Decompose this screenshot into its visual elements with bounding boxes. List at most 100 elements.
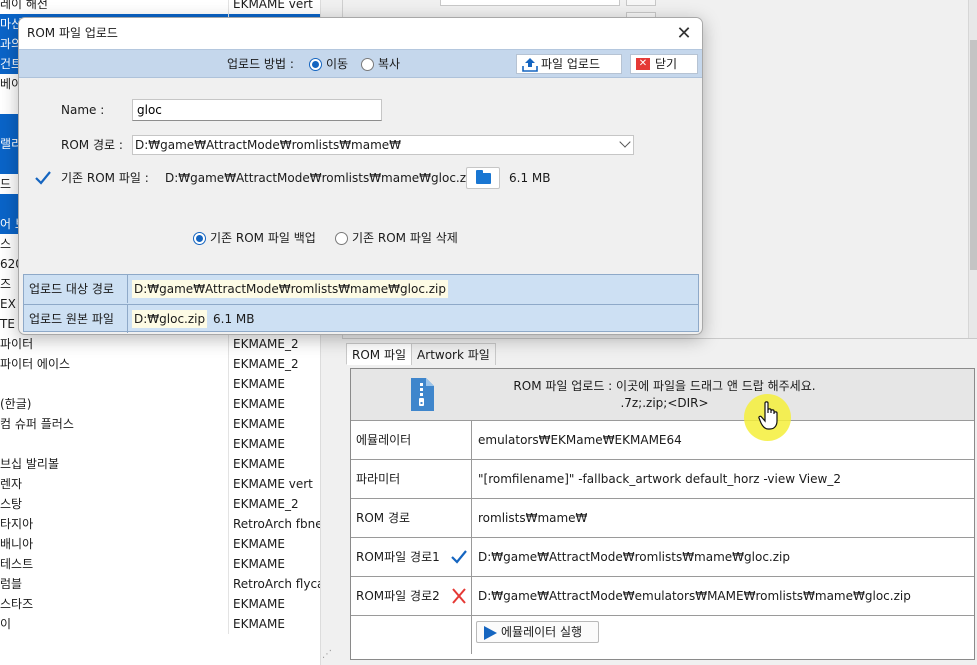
- radio-move[interactable]: [309, 58, 322, 71]
- detail-button[interactable]: [626, 0, 656, 6]
- list-item-title: 컴 슈퍼 플러스: [0, 414, 229, 434]
- radio-copy[interactable]: [361, 58, 374, 71]
- list-item-emulator: EKMAME: [233, 377, 285, 391]
- list-item-emulator: EKMAME: [233, 417, 285, 431]
- list-item[interactable]: 스타즈 EKMAME: [0, 594, 320, 614]
- list-item[interactable]: 렌자 EKMAME vert: [0, 474, 320, 494]
- radio-delete-label[interactable]: 기존 ROM 파일 삭제: [352, 227, 458, 249]
- radio-backup[interactable]: [193, 232, 206, 245]
- list-item-emulator: EKMAME vert: [233, 477, 313, 491]
- dialog-toolbar: 업로드 방법 : 이동 복사 파일 업로드 ✕ 닫기: [19, 49, 702, 78]
- radio-move-label[interactable]: 이동: [326, 50, 348, 78]
- list-item[interactable]: 컴 슈퍼 플러스 EKMAME: [0, 414, 320, 434]
- rom-path-value: D:₩game₩AttractMode₩romlists₩mame₩: [135, 138, 402, 152]
- list-item-title: 테스트: [0, 554, 229, 574]
- row-label: [351, 616, 472, 654]
- dialog-title: ROM 파일 업로드: [27, 26, 118, 40]
- list-item-title: 파이터: [0, 334, 229, 354]
- list-item[interactable]: EKMAME: [0, 374, 320, 394]
- list-item[interactable]: 레이 해전 EKMAME vert: [0, 0, 320, 14]
- radio-copy-label[interactable]: 복사: [378, 50, 400, 78]
- existing-rom-size: 6.1 MB: [509, 171, 551, 185]
- open-folder-button[interactable]: [466, 167, 500, 189]
- list-item[interactable]: 배니아 EKMAME: [0, 534, 320, 554]
- rom-path-dropdown[interactable]: D:₩game₩AttractMode₩romlists₩mame₩: [132, 135, 634, 155]
- row-label: 파라미터: [351, 460, 472, 498]
- scrollbar-thumb[interactable]: [970, 40, 977, 270]
- resize-grip-icon[interactable]: ⋰: [322, 648, 336, 662]
- row-actions: 에뮬레이터 실행: [351, 616, 974, 655]
- row-parameter: 파라미터 "[romfilename]" -fallback_artwork d…: [351, 460, 974, 499]
- close-button[interactable]: ✕ 닫기: [630, 54, 698, 74]
- upload-source-row: 업로드 원본 파일 D:₩gloc.zip 6.1 MB: [24, 304, 698, 333]
- detail-field[interactable]: [440, 0, 620, 6]
- row-label: 에뮬레이터: [351, 421, 472, 459]
- x-mark-icon: [452, 588, 466, 604]
- list-item-title: 럼블: [0, 574, 229, 594]
- row-value: D:₩game₩AttractMode₩emulators₩MAME₩romli…: [478, 589, 911, 603]
- upload-source-value: D:₩gloc.zip: [132, 310, 208, 328]
- list-item[interactable]: EKMAME: [0, 434, 320, 454]
- row-value: emulators₩EKMame₩EKMAME64: [478, 433, 682, 447]
- list-item[interactable]: (한글) EKMAME: [0, 394, 320, 414]
- list-item-emulator: EKMAME: [233, 597, 285, 611]
- close-icon[interactable]: ✕: [674, 24, 694, 44]
- list-item[interactable]: 이 EKMAME: [0, 614, 320, 634]
- list-item-title: [0, 374, 229, 394]
- run-emulator-button[interactable]: 에뮬레이터 실행: [476, 621, 599, 643]
- upload-source-label: 업로드 원본 파일: [24, 305, 128, 333]
- list-item-emulator: RetroArch flycas: [233, 577, 320, 591]
- list-item-emulator: EKMAME vert: [233, 0, 313, 11]
- hand-cursor-icon: [758, 401, 778, 430]
- row-rom-path: ROM 경로 romlists₩mame₩: [351, 499, 974, 538]
- file-upload-button[interactable]: 파일 업로드: [516, 54, 622, 74]
- row-value: "[romfilename]" -fallback_artwork defaul…: [478, 472, 841, 486]
- drop-zone-instruction: ROM 파일 업로드 : 이곳에 파일을 드래그 앤 드랍 해주세요.: [513, 379, 816, 393]
- folder-icon: [476, 170, 491, 184]
- list-item[interactable]: 브십 발리볼 EKMAME: [0, 454, 320, 474]
- row-value: D:₩game₩AttractMode₩romlists₩mame₩gloc.z…: [478, 550, 790, 564]
- list-item[interactable]: 파이터 EKMAME_2: [0, 334, 320, 354]
- close-button-label: 닫기: [655, 57, 678, 71]
- list-item[interactable]: 타지아 RetroArch fbneo: [0, 514, 320, 534]
- row-label: ROM 경로: [351, 499, 472, 537]
- list-item[interactable]: 테스트 EKMAME: [0, 554, 320, 574]
- list-item-emulator: EKMAME: [233, 437, 285, 451]
- name-label: Name :: [61, 103, 105, 117]
- upload-source-size: 6.1 MB: [213, 312, 255, 326]
- upload-target-value: D:₩game₩AttractMode₩romlists₩mame₩gloc.z…: [132, 280, 448, 298]
- list-item-emulator: EKMAME: [233, 397, 285, 411]
- list-item-emulator: EKMAME: [233, 557, 285, 571]
- list-item-title: 이: [0, 614, 229, 634]
- existing-rom-path: D:₩game₩AttractMode₩romlists₩mame₩gloc.z…: [165, 171, 477, 185]
- list-item[interactable]: 스탕 EKMAME_2: [0, 494, 320, 514]
- list-item-title: 스타즈: [0, 594, 229, 614]
- radio-delete[interactable]: [335, 232, 348, 245]
- upload-target-row: 업로드 대상 경로 D:₩game₩AttractMode₩romlists₩m…: [24, 275, 698, 304]
- drop-zone-extensions: .7z;.zip;<DIR>: [620, 396, 709, 410]
- list-item-title: (한글): [0, 394, 229, 414]
- name-input[interactable]: [132, 99, 382, 121]
- chevron-down-icon: [619, 136, 631, 148]
- tab-rom-file[interactable]: ROM 파일: [346, 343, 413, 365]
- rom-drop-zone[interactable]: ROM 파일 업로드 : 이곳에 파일을 드래그 앤 드랍 해주세요. .7z;…: [351, 369, 974, 421]
- row-emulator: 에뮬레이터 emulators₩EKMame₩EKMAME64: [351, 421, 974, 460]
- list-item-title: 파이터 에이스: [0, 354, 229, 374]
- play-icon: [484, 626, 497, 640]
- dialog-titlebar[interactable]: ROM 파일 업로드 ✕: [19, 18, 702, 49]
- upload-target-label: 업로드 대상 경로: [24, 275, 128, 303]
- tab-artwork-file[interactable]: Artwork 파일: [411, 343, 496, 365]
- list-item[interactable]: 럼블 RetroArch flycas: [0, 574, 320, 594]
- radio-backup-label[interactable]: 기존 ROM 파일 백업: [210, 227, 316, 249]
- list-item-title: 렌자: [0, 474, 229, 494]
- existing-rom-label: 기존 ROM 파일 :: [61, 171, 149, 185]
- list-item-emulator: EKMAME: [233, 537, 285, 551]
- rom-info-table: ROM 파일 업로드 : 이곳에 파일을 드래그 앤 드랍 해주세요. .7z;…: [350, 368, 975, 660]
- tab-bar: ROM 파일 Artwork 파일: [346, 343, 496, 365]
- list-item-emulator: EKMAME_2: [233, 337, 299, 351]
- list-item-title: 타지아: [0, 514, 229, 534]
- run-emulator-label: 에뮬레이터 실행: [501, 625, 583, 639]
- list-item[interactable]: 파이터 에이스 EKMAME_2: [0, 354, 320, 374]
- list-item-title: 레이 해전: [0, 0, 229, 14]
- list-item-emulator: EKMAME: [233, 617, 285, 631]
